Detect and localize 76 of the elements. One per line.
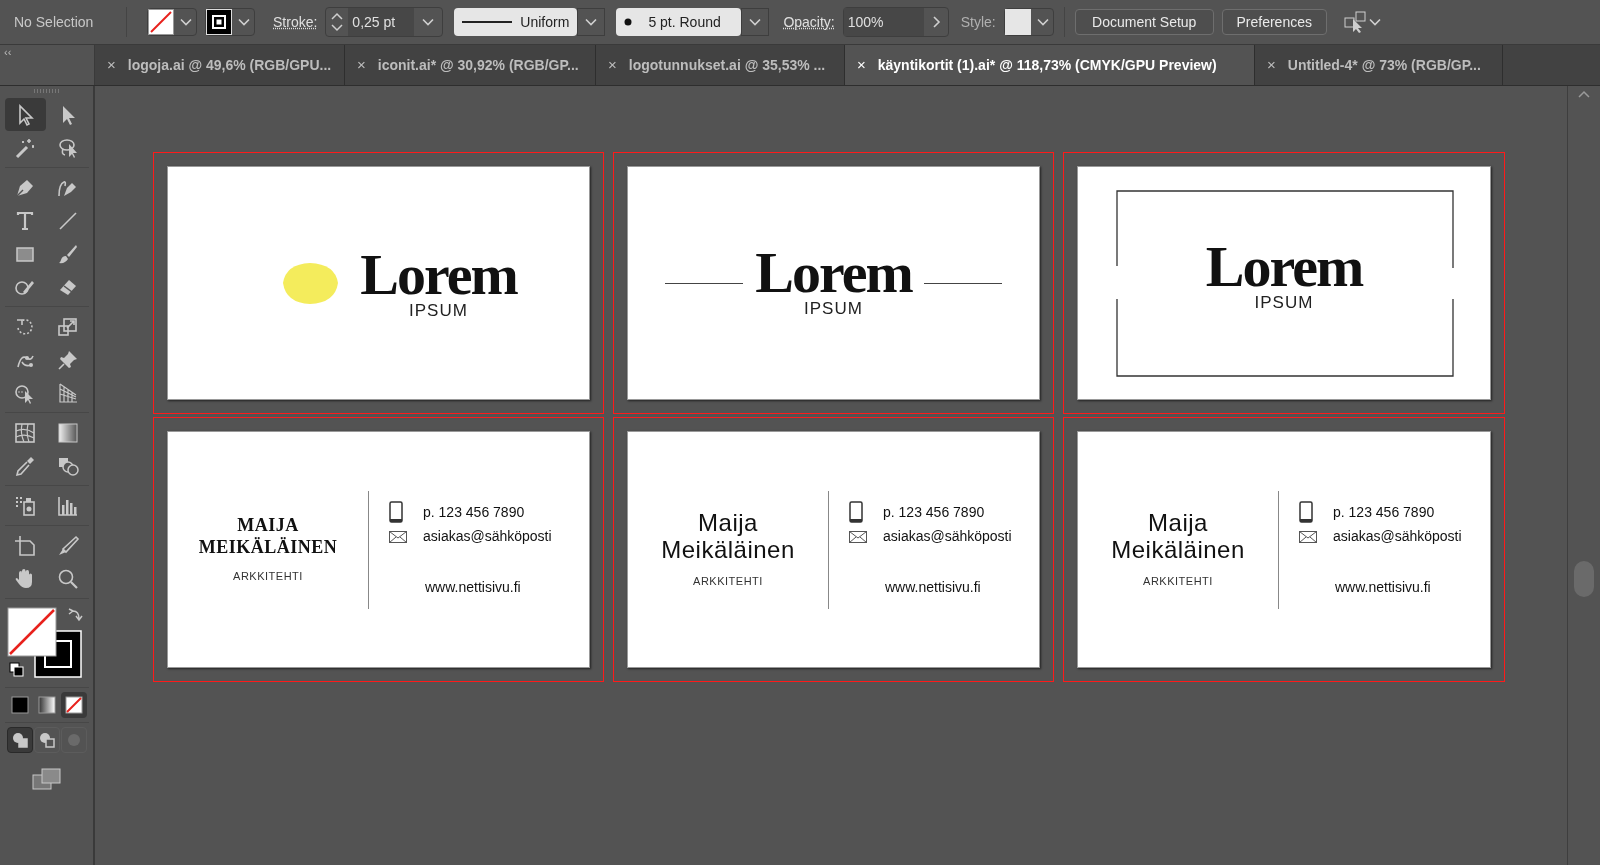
screen-mode-icon[interactable] <box>30 767 63 791</box>
panel-grip[interactable] <box>33 89 60 93</box>
fill-dropdown[interactable] <box>147 8 197 36</box>
chevron-down-icon[interactable] <box>238 18 250 26</box>
business-card[interactable]: Lorem IPSUM <box>627 166 1040 400</box>
tool-button[interactable] <box>4 98 46 131</box>
artboard-tool-icon <box>13 533 37 558</box>
graphic-style-dropdown[interactable] <box>1003 8 1054 36</box>
style-label: Style: <box>960 12 996 32</box>
logo-subtitle: IPSUM <box>804 299 863 319</box>
business-card[interactable]: Maija Meikäläinen ARKKITEHTI p. 123 456 7890 asiakas@sähköposti www.nettisivu.fi <box>627 431 1040 668</box>
business-card[interactable]: Lorem IPSUM <box>1077 166 1491 400</box>
collapse-toggle[interactable]: ‹‹ <box>4 47 12 58</box>
phone-number: p. 123 456 7890 <box>423 502 525 522</box>
draw-mode-button[interactable] <box>6 727 33 753</box>
phone-number: p. 123 456 7890 <box>883 502 985 522</box>
job-title: ARKKITEHTI <box>1143 574 1213 590</box>
selection-status: No Selection <box>14 12 95 32</box>
close-tab-button[interactable]: × <box>107 53 116 77</box>
scroll-up-icon[interactable] <box>1578 90 1590 98</box>
stroke-label[interactable]: Stroke: <box>273 11 318 33</box>
lemon-icon <box>280 260 341 306</box>
stroke-line-icon <box>462 20 513 24</box>
website-address: www.nettisivu.fi <box>1335 578 1432 597</box>
envelope-icon <box>389 530 407 543</box>
phone-icon <box>389 501 403 523</box>
website-address: www.nettisivu.fi <box>425 578 522 597</box>
logo-wordmark: Lorem <box>360 249 517 301</box>
no-color-icon <box>62 694 85 716</box>
gradient-icon <box>56 420 80 445</box>
person-name: Maija Meikäläinen <box>1111 509 1245 564</box>
email-address: asiakas@sähköposti <box>1333 527 1462 546</box>
preferences-button[interactable]: Preferences <box>1221 9 1327 35</box>
business-card[interactable]: Lorem IPSUM <box>167 166 590 400</box>
person-name: MAIJA MEIKÄLÄINEN <box>198 514 338 559</box>
draw-mode-button[interactable] <box>33 727 60 753</box>
person-name: Maija Meikäläinen <box>661 509 795 564</box>
chevron-down-icon[interactable] <box>585 18 598 26</box>
phone-icon <box>1299 501 1313 523</box>
brush-definition[interactable]: 5 pt. Round <box>616 8 742 36</box>
phone-icon <box>849 501 863 523</box>
chevron-down-icon[interactable] <box>749 18 762 26</box>
business-card[interactable]: MAIJA MEIKÄLÄINEN ARKKITEHTI p. 123 456 7890 asiakas@sähköposti www.nettisivu.fi <box>167 431 590 668</box>
envelope-icon <box>849 530 867 543</box>
job-title: ARKKITEHTI <box>693 574 763 590</box>
gradient-mode-icon <box>35 694 58 716</box>
close-tab-button[interactable]: × <box>1267 53 1276 77</box>
close-tab-button[interactable]: × <box>357 53 366 77</box>
logo-subtitle: IPSUM <box>409 301 468 321</box>
arrange-icon[interactable] <box>1342 10 1369 34</box>
chevron-down-icon[interactable] <box>1036 18 1049 26</box>
stroke-swatch-icon[interactable] <box>206 9 232 35</box>
no-fill-icon[interactable] <box>148 9 174 35</box>
close-tab-button[interactable]: × <box>608 53 617 77</box>
envelope-icon <box>1299 530 1317 543</box>
document-tab[interactable]: × käyntikortit (1).ai* @ 118,73% (CMYK/GPU Preview) <box>845 45 1255 85</box>
close-tab-button[interactable]: × <box>857 53 866 77</box>
business-card[interactable]: Maija Meikäläinen ARKKITEHTI p. 123 456 7890 asiakas@sähköposti www.nettisivu.fi <box>1077 431 1491 668</box>
mesh-icon <box>13 420 37 445</box>
phone-number: p. 123 456 7890 <box>1333 502 1435 522</box>
dot-icon <box>624 18 633 26</box>
variable-width-profile[interactable]: Uniform <box>454 8 578 36</box>
document-setup-button[interactable]: Document Setup <box>1074 9 1214 35</box>
job-title: ARKKITEHTI <box>233 569 303 585</box>
color-mode-icon <box>8 694 31 716</box>
logo-wordmark: Lorem <box>1205 241 1363 293</box>
logo-wordmark: Lorem <box>755 247 912 299</box>
stroke-color-dropdown[interactable] <box>205 8 255 36</box>
email-address: asiakas@sähköposti <box>883 527 1012 546</box>
logo-subtitle: IPSUM <box>1254 293 1314 313</box>
chevron-down-icon[interactable] <box>1368 18 1381 26</box>
website-address: www.nettisivu.fi <box>885 578 982 597</box>
color-mode-button[interactable] <box>60 692 87 718</box>
chevron-down-icon[interactable] <box>180 18 192 26</box>
email-address: asiakas@sähköposti <box>423 527 552 546</box>
opacity-label[interactable]: Opacity: <box>783 11 835 33</box>
